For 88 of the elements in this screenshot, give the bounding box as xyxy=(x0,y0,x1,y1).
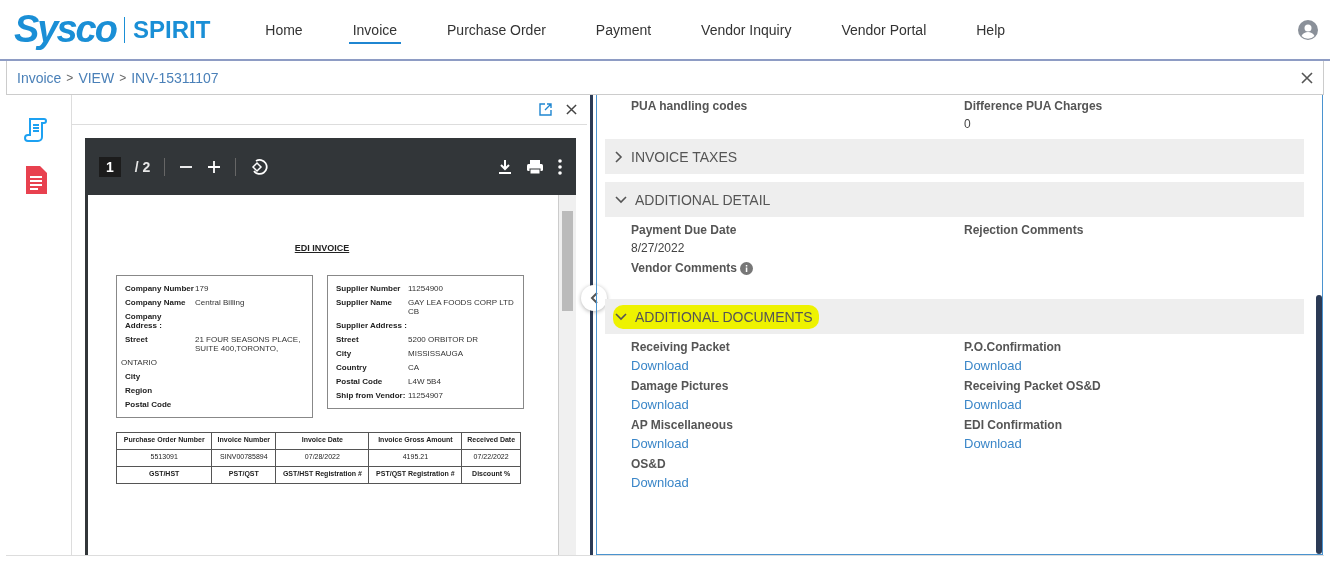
close-icon[interactable] xyxy=(1301,71,1313,84)
logo-wordmark: Sysco xyxy=(14,8,116,51)
field-value: CA xyxy=(408,363,420,372)
field-value: 179 xyxy=(195,284,209,293)
product-name: SPIRIT xyxy=(132,15,211,44)
scroll-document-icon[interactable] xyxy=(23,117,48,143)
collapse-panel-button[interactable] xyxy=(581,285,607,311)
nav-tab[interactable]: Payment xyxy=(570,0,677,59)
field-label: OS&D xyxy=(631,457,666,471)
field-value: 0 xyxy=(964,117,971,131)
nav-tab[interactable]: Vendor Portal xyxy=(816,0,952,59)
field-label: Street xyxy=(125,335,149,346)
field-label: PUA handling codes xyxy=(631,99,748,113)
chevron-down-icon xyxy=(615,312,627,321)
page-total: / 2 xyxy=(134,158,151,175)
field-label: Payment Due Date xyxy=(631,223,737,237)
page-number-field[interactable]: 1 xyxy=(99,156,121,177)
chevron-down-icon xyxy=(615,195,627,204)
close-icon[interactable] xyxy=(566,104,577,115)
field-label: Vendor Comments xyxy=(631,261,738,275)
chevron-right-icon xyxy=(615,150,623,163)
field-value: 11254907 xyxy=(408,391,443,400)
section-header[interactable]: ADDITIONAL DETAIL xyxy=(605,182,1304,217)
scrollbar-thumb[interactable] xyxy=(1316,295,1322,554)
field-label: Postal Code xyxy=(125,400,173,409)
breadcrumb-link[interactable]: INV-15311107 xyxy=(131,69,219,86)
field-label: Receiving Packet OS&D xyxy=(964,379,1101,393)
field-label: EDI Confirmation xyxy=(964,418,1062,432)
download-link[interactable]: Download xyxy=(631,436,689,451)
download-link[interactable]: Download xyxy=(964,397,1022,412)
section-title: ADDITIONAL DETAIL xyxy=(635,191,771,208)
field-label: Supplier Address : xyxy=(336,321,408,330)
nav-tab[interactable]: Purchase Order xyxy=(422,0,571,59)
download-link[interactable]: Download xyxy=(631,475,689,490)
field-value: Central Billing xyxy=(195,298,245,307)
field-label: P.O.Confirmation xyxy=(964,340,1062,354)
open-external-icon[interactable] xyxy=(539,103,552,116)
field-value: 21 FOUR SEASONS PLACE, SUITE 400,TORONTO, xyxy=(195,335,302,353)
field-label: Rejection Comments xyxy=(964,223,1084,237)
download-link[interactable]: Download xyxy=(964,358,1022,373)
breadcrumb-link[interactable]: VIEW xyxy=(78,69,115,86)
field-label: Company Number xyxy=(125,284,195,293)
field-label: Postal Code xyxy=(336,377,384,386)
nav-tab[interactable]: Home xyxy=(240,0,328,59)
field-label: Company Name xyxy=(125,298,187,307)
field-value: 8/27/2022 xyxy=(631,241,685,255)
field-label: Region xyxy=(125,386,154,395)
field-label: Difference PUA Charges xyxy=(964,99,1103,113)
nav-tab[interactable]: Help xyxy=(951,0,1031,59)
nav-tab[interactable]: Vendor Inquiry xyxy=(676,0,817,59)
download-link[interactable]: Download xyxy=(631,397,689,412)
field-value: 11254900 xyxy=(408,284,443,293)
field-value: GAY LEA FOODS CORP LTD CB xyxy=(408,298,515,316)
field-label: Receiving Packet xyxy=(631,340,730,354)
field-label: Company Address : xyxy=(125,312,163,330)
field-value: MISSISSAUGA xyxy=(408,349,464,358)
address-line: ONTARIO xyxy=(121,358,157,367)
download-icon[interactable] xyxy=(498,158,512,175)
field-label: Ship from Vendor: xyxy=(336,391,407,400)
section-header[interactable]: INVOICE TAXES xyxy=(605,139,1304,174)
document-title: EDI INVOICE xyxy=(293,243,351,253)
print-icon[interactable] xyxy=(526,158,544,175)
rotate-icon[interactable] xyxy=(250,157,269,176)
field-label: City xyxy=(336,349,353,358)
field-value: L4W 5B4 xyxy=(408,377,441,386)
download-link[interactable]: Download xyxy=(631,358,689,373)
field-label: Damage Pictures xyxy=(631,379,729,393)
field-label: Supplier Number xyxy=(336,284,402,293)
breadcrumb-link[interactable]: Invoice xyxy=(17,69,62,86)
nav-tab[interactable]: Invoice xyxy=(327,0,423,59)
section-title: ADDITIONAL DOCUMENTS xyxy=(635,308,813,325)
field-label: Street xyxy=(336,335,360,344)
more-options-icon[interactable] xyxy=(558,158,562,175)
field-value: 5200 ORBITOR DR xyxy=(408,335,479,344)
breadcrumb-separator: > xyxy=(119,70,127,85)
chevron-left-icon xyxy=(590,292,598,304)
section-title: INVOICE TAXES xyxy=(631,148,738,165)
scrollbar-thumb[interactable] xyxy=(562,211,573,311)
breadcrumb-separator: > xyxy=(66,70,74,85)
download-link[interactable]: Download xyxy=(964,436,1022,451)
zoom-in-icon[interactable] xyxy=(207,159,222,174)
document-icon[interactable] xyxy=(23,165,48,195)
field-label: Country xyxy=(336,363,368,372)
section-header[interactable]: ADDITIONAL DOCUMENTS xyxy=(605,299,1304,334)
field-label: City xyxy=(125,372,142,381)
field-label: Supplier Name xyxy=(336,298,393,309)
user-avatar-icon[interactable] xyxy=(1298,19,1318,40)
field-label: AP Miscellaneous xyxy=(631,418,733,432)
